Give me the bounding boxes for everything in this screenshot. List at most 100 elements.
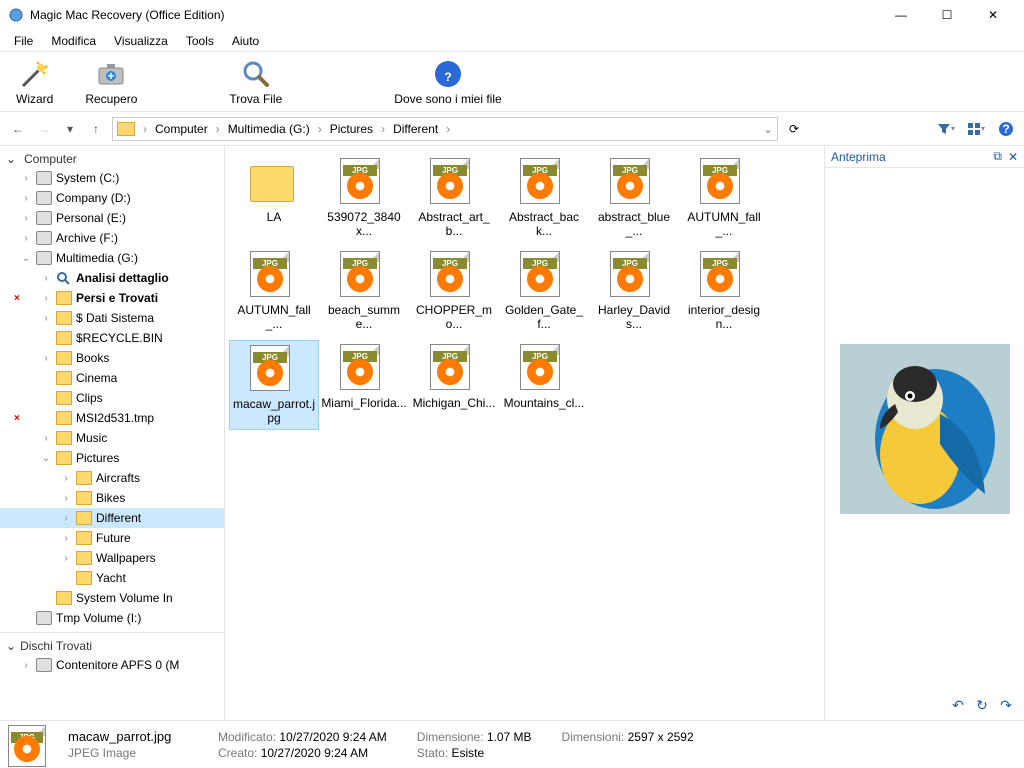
tree-music[interactable]: ›Music (0, 428, 224, 448)
breadcrumb-computer[interactable]: Computer (151, 122, 212, 136)
menu-tools[interactable]: Tools (178, 32, 222, 50)
file-label: Miami_Florida... (321, 396, 406, 410)
close-button[interactable]: ✕ (970, 0, 1016, 30)
file-item[interactable]: LA (229, 154, 319, 243)
tree-cinema[interactable]: ›Cinema (0, 368, 224, 388)
file-label: abstract_blue_... (591, 210, 677, 239)
file-item[interactable]: JPGHarley_Davids... (589, 247, 679, 336)
menu-edit[interactable]: Modifica (43, 32, 104, 50)
nav-forward-button[interactable]: → (34, 119, 54, 139)
menu-bar: File Modifica Visualizza Tools Aiuto (0, 30, 1024, 52)
tree-apfs[interactable]: ›Contenitore APFS 0 (M (0, 655, 224, 675)
filter-button[interactable]: ▾ (936, 119, 956, 139)
file-label: macaw_parrot.jpg (232, 397, 316, 426)
tree-books[interactable]: ›Books (0, 348, 224, 368)
breadcrumb-dropdown[interactable]: ⌄ (763, 122, 773, 136)
breadcrumb-drive[interactable]: Multimedia (G:) (224, 122, 314, 136)
file-grid[interactable]: LAJPG539072_3840x...JPGAbstract_art_b...… (225, 146, 824, 720)
refresh-preview-button[interactable]: ↻ (974, 697, 990, 713)
preview-popout-icon[interactable]: ⧉ (993, 149, 1002, 164)
file-label: CHOPPER_mo... (411, 303, 497, 332)
tree-sysdata[interactable]: ›$ Dati Sistema (0, 308, 224, 328)
nav-bar: ← → ▾ ↑ › Computer › Multimedia (G:) › P… (0, 112, 1024, 146)
file-item[interactable]: JPGinterior_design... (679, 247, 769, 336)
file-item[interactable]: JPGGolden_Gate_f... (499, 247, 589, 336)
tree-drive-f[interactable]: ›Archive (F:) (0, 228, 224, 248)
file-item[interactable]: JPGbeach_summe... (319, 247, 409, 336)
jpg-file-icon: JPG (430, 251, 470, 297)
find-file-button[interactable]: Trova File (223, 56, 288, 108)
tree-pictures[interactable]: ⌄Pictures (0, 448, 224, 468)
breadcrumb-different[interactable]: Different (389, 122, 442, 136)
jpg-file-icon: JPG (250, 251, 290, 297)
file-label: Mountains_cl... (504, 396, 585, 410)
folder-icon (117, 122, 135, 136)
help-nav-button[interactable]: ? (996, 119, 1016, 139)
file-item[interactable]: JPGMountains_cl... (499, 340, 589, 431)
file-item[interactable]: JPGmacaw_parrot.jpg (229, 340, 319, 431)
folder-icon (250, 166, 294, 202)
file-item[interactable]: JPGabstract_blue_... (589, 154, 679, 243)
tree-drive-i[interactable]: ›Tmp Volume (I:) (0, 608, 224, 628)
file-item[interactable]: JPGMiami_Florida... (319, 340, 409, 431)
tree-tmpfile[interactable]: ›MSI2d531.tmp (0, 408, 224, 428)
file-item[interactable]: JPG539072_3840x... (319, 154, 409, 243)
tree-root[interactable]: ⌄Computer (0, 150, 224, 168)
nav-up-button[interactable]: ↑ (86, 119, 106, 139)
tree-found-header[interactable]: ⌄Dischi Trovati (0, 637, 224, 655)
tree-different[interactable]: ›Different (0, 508, 224, 528)
tree-drive-c[interactable]: ›System (C:) (0, 168, 224, 188)
tree-aircrafts[interactable]: ›Aircrafts (0, 468, 224, 488)
tree-clips[interactable]: ›Clips (0, 388, 224, 408)
tree-future[interactable]: ›Future (0, 528, 224, 548)
refresh-button[interactable]: ⟳ (784, 119, 804, 139)
where-files-button[interactable]: ? Dove sono i miei file (388, 56, 507, 108)
tree-wallpapers[interactable]: ›Wallpapers (0, 548, 224, 568)
nav-recent-dropdown[interactable]: ▾ (60, 119, 80, 139)
status-file-icon: JPG (8, 725, 48, 765)
preview-pane: Anteprima ⧉ ✕ ↶ ↻ ↷ (824, 146, 1024, 720)
file-label: LA (267, 210, 282, 224)
preview-close-icon[interactable]: ✕ (1008, 150, 1018, 164)
tree-yacht[interactable]: ›Yacht (0, 568, 224, 588)
jpg-file-icon: JPG (610, 251, 650, 297)
main-area: ⌄Computer ›System (C:) ›Company (D:) ›Pe… (0, 146, 1024, 720)
rotate-right-button[interactable]: ↷ (998, 697, 1014, 713)
view-button[interactable]: ▾ (966, 119, 986, 139)
recovery-button[interactable]: + Recupero (79, 56, 143, 108)
menu-help[interactable]: Aiuto (224, 32, 267, 50)
menu-file[interactable]: File (6, 32, 41, 50)
window-title: Magic Mac Recovery (Office Edition) (30, 8, 878, 22)
maximize-button[interactable]: ☐ (924, 0, 970, 30)
file-item[interactable]: JPGAbstract_art_b... (409, 154, 499, 243)
tree-sysvol[interactable]: ›System Volume In (0, 588, 224, 608)
file-item[interactable]: JPGAUTUMN_fall_... (229, 247, 319, 336)
nav-back-button[interactable]: ← (8, 119, 28, 139)
breadcrumb[interactable]: › Computer › Multimedia (G:) › Pictures … (112, 117, 778, 141)
rotate-left-button[interactable]: ↶ (950, 697, 966, 713)
file-label: beach_summe... (321, 303, 407, 332)
svg-text:?: ? (444, 70, 451, 84)
wizard-button[interactable]: Wizard (10, 56, 59, 108)
menu-view[interactable]: Visualizza (106, 32, 176, 50)
svg-text:?: ? (1002, 122, 1009, 136)
tree-drive-g[interactable]: ⌄Multimedia (G:) (0, 248, 224, 268)
preview-title: Anteprima (831, 150, 993, 164)
tree-drive-d[interactable]: ›Company (D:) (0, 188, 224, 208)
breadcrumb-pictures[interactable]: Pictures (326, 122, 377, 136)
magnifier-icon (240, 58, 272, 90)
file-label: 539072_3840x... (321, 210, 407, 239)
preview-image (840, 344, 1010, 514)
tree-bikes[interactable]: ›Bikes (0, 488, 224, 508)
sidebar-tree[interactable]: ⌄Computer ›System (C:) ›Company (D:) ›Pe… (0, 146, 225, 720)
file-item[interactable]: JPGAbstract_back... (499, 154, 589, 243)
tree-drive-e[interactable]: ›Personal (E:) (0, 208, 224, 228)
file-item[interactable]: JPGAUTUMN_fall_... (679, 154, 769, 243)
tree-recycle[interactable]: ›$RECYCLE.BIN (0, 328, 224, 348)
file-item[interactable]: JPGMichigan_Chi... (409, 340, 499, 431)
tree-analysis[interactable]: ›Analisi dettaglio (0, 268, 224, 288)
tree-lost-found[interactable]: ›Persi e Trovati (0, 288, 224, 308)
file-label: interior_design... (681, 303, 767, 332)
minimize-button[interactable]: ― (878, 0, 924, 30)
file-item[interactable]: JPG CHOPPER_mo... (409, 247, 499, 336)
